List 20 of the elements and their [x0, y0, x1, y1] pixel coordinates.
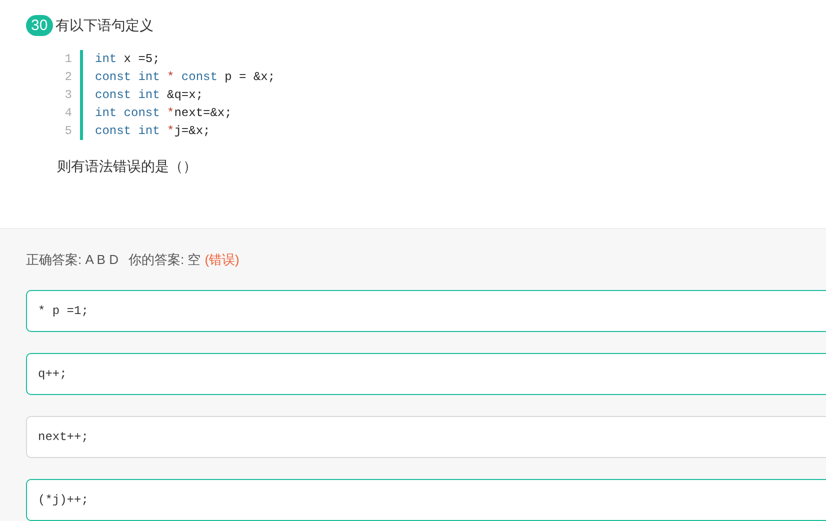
answer-option[interactable]: q++;: [26, 352, 826, 394]
question-title: 有以下语句定义: [56, 16, 154, 35]
line-number: 4: [64, 105, 72, 122]
question-number-badge: 30: [26, 15, 53, 36]
your-answer-text: 你的答案: 空: [128, 251, 201, 269]
line-number: 2: [64, 69, 72, 86]
answer-option[interactable]: next++;: [26, 416, 826, 458]
code-line: const int *j=&x;: [95, 123, 212, 140]
verdict-text: (错误): [204, 251, 240, 269]
answer-option[interactable]: * p =1;: [26, 290, 826, 332]
correct-answer-text: 正确答案: A B D: [26, 251, 118, 269]
code-line: const int * const p = &x;: [95, 69, 276, 86]
code-line: int x =5;: [95, 51, 161, 68]
question-prompt: 则有语法错误的是（）: [57, 157, 198, 176]
answer-option[interactable]: (*j)++;: [26, 478, 826, 520]
line-number: 5: [64, 123, 72, 140]
line-number: 3: [64, 87, 72, 104]
line-number: 1: [64, 51, 72, 68]
code-line: const int &q=x;: [95, 87, 204, 104]
code-line: int const *next=&x;: [95, 105, 233, 122]
